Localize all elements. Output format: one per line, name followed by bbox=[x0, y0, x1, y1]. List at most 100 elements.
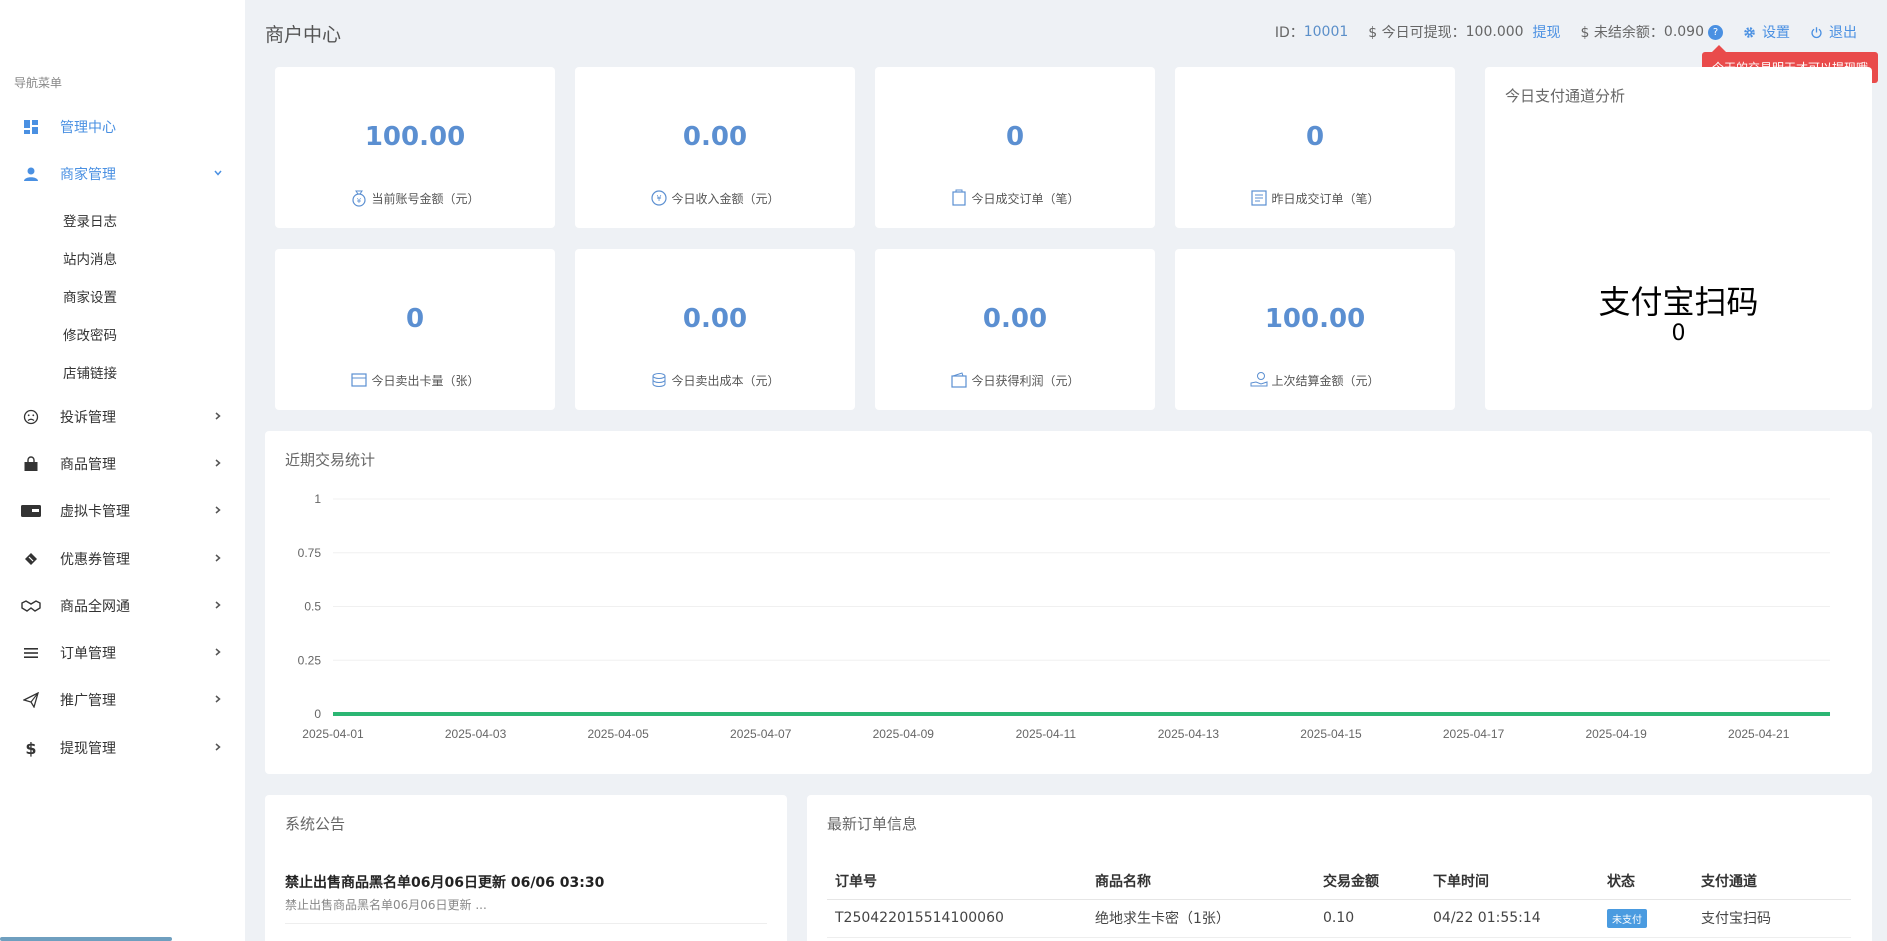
power-icon bbox=[1811, 26, 1822, 38]
stat-card-cards-sold: 0 今日卖出卡量（张） bbox=[275, 249, 555, 410]
transaction-chart-panel: 近期交易统计 0 0.25 0.5 0.75 1 2025-04-01 2025-04-03… bbox=[265, 431, 1872, 774]
order-icon bbox=[952, 189, 967, 206]
withdraw-label: $ 今日可提现： bbox=[1368, 25, 1466, 41]
sidebar-item-complaints[interactable]: 投诉管理 bbox=[0, 395, 245, 439]
sidebar-subitem-change-password[interactable]: 修改密码 bbox=[63, 324, 117, 344]
sidebar-item-label: 商品全网通 bbox=[60, 599, 130, 615]
shopping-bag-icon bbox=[21, 454, 41, 474]
sidebar-subitem-login-log[interactable]: 登录日志 bbox=[63, 210, 117, 230]
gear-icon bbox=[1744, 26, 1755, 38]
product-name: 绝地求生卡密（1张） bbox=[1087, 899, 1315, 938]
stat-card-today-orders: 0 今日成交订单（笔） bbox=[875, 67, 1155, 228]
stat-card-today-income: 0.00 ¥ 今日收入金额（元） bbox=[575, 67, 855, 228]
x-tick-label: 2025-04-05 bbox=[587, 727, 649, 741]
handshake-icon bbox=[21, 596, 41, 616]
stat-value: 0.00 bbox=[682, 122, 748, 152]
stat-label: ¥ 当前账号金额（元） bbox=[275, 189, 555, 207]
nav-title: 导航菜单 bbox=[14, 76, 63, 90]
sidebar-item-label: 提现管理 bbox=[60, 741, 116, 757]
stat-value: 0 bbox=[405, 304, 425, 334]
unsettled-value: 0.090 bbox=[1663, 24, 1704, 40]
sidebar-item-label: 虚拟卡管理 bbox=[60, 504, 130, 520]
column-header: 状态 bbox=[1599, 863, 1693, 900]
status-badge: 未支付 bbox=[1607, 908, 1647, 928]
x-tick-label: 2025-04-15 bbox=[1300, 727, 1362, 741]
stat-value: 0.00 bbox=[682, 304, 748, 334]
sidebar-item-label: 商品管理 bbox=[60, 457, 116, 473]
paper-plane-icon bbox=[21, 690, 41, 710]
unsettled-label: $ 未结余额： bbox=[1580, 25, 1664, 41]
y-tick-label: 1 bbox=[314, 492, 321, 506]
svg-text:¥: ¥ bbox=[657, 194, 662, 203]
x-tick-label: 2025-04-09 bbox=[873, 727, 935, 741]
settings-button[interactable]: 设置 bbox=[1743, 22, 1790, 42]
x-tick-label: 2025-04-17 bbox=[1443, 727, 1505, 741]
coins-icon bbox=[652, 373, 666, 387]
svg-text:¥: ¥ bbox=[357, 197, 362, 205]
pay-channel: 支付宝扫码 bbox=[1693, 899, 1851, 938]
chevron-down-icon bbox=[211, 166, 225, 180]
id-value: 10001 bbox=[1303, 24, 1349, 40]
sidebar-item-label: 推广管理 bbox=[60, 693, 116, 709]
sidebar-item-network[interactable]: 商品全网通 bbox=[0, 584, 245, 628]
income-icon: ¥ bbox=[651, 190, 668, 206]
chevron-right-icon bbox=[211, 551, 225, 565]
y-tick-label: 0.75 bbox=[298, 546, 322, 560]
ticket-icon bbox=[21, 549, 41, 569]
x-tick-label: 2025-04-03 bbox=[445, 727, 507, 741]
withdraw-value: 100.000 bbox=[1465, 24, 1524, 40]
transaction-line-chart: 0 0.25 0.5 0.75 1 2025-04-01 2025-04-03 2025-04… bbox=[298, 492, 1831, 741]
sidebar-subitem-messages[interactable]: 站内消息 bbox=[63, 248, 117, 268]
chevron-right-icon bbox=[211, 503, 225, 517]
table-row[interactable]: T250422015514100060 绝地求生卡密（1张） 0.10 04/2… bbox=[827, 899, 1851, 938]
x-tick-label: 2025-04-07 bbox=[730, 727, 792, 741]
sidebar-item-withdraw[interactable]: $ 提现管理 bbox=[0, 726, 245, 770]
column-header: 支付通道 bbox=[1693, 863, 1851, 900]
stat-value: 0.00 bbox=[982, 304, 1048, 334]
column-header: 交易金额 bbox=[1315, 863, 1425, 900]
channel-name: 支付宝扫码 bbox=[1598, 283, 1759, 321]
hand-coin-icon bbox=[1250, 372, 1268, 387]
sidebar-item-label: 订单管理 bbox=[60, 646, 116, 662]
sidebar-scrollbar[interactable] bbox=[0, 937, 172, 941]
status-cell: 未支付 bbox=[1599, 899, 1693, 938]
chevron-right-icon bbox=[211, 409, 225, 423]
stat-card-cost: 0.00 今日卖出成本（元） bbox=[575, 249, 855, 410]
announcement-title: 禁止出售商品黑名单06月06日更新 06/06 03:30 bbox=[285, 875, 605, 891]
x-tick-label: 2025-04-19 bbox=[1585, 727, 1647, 741]
sidebar-subitem-shop-link[interactable]: 店铺链接 bbox=[63, 362, 117, 382]
stat-card-yesterday-orders: 0 昨日成交订单（笔） bbox=[1175, 67, 1455, 228]
header-account-bar: ID： 10001 $ 今日可提现： 100.000 提现 $ 未结余额： 0.… bbox=[1275, 22, 1857, 42]
withdraw-link[interactable]: 提现 bbox=[1533, 22, 1561, 42]
channel-value: 0 bbox=[1671, 321, 1686, 346]
x-tick-label: 2025-04-01 bbox=[302, 727, 364, 741]
stat-label: 昨日成交订单（笔） bbox=[1175, 189, 1455, 207]
stat-value: 0 bbox=[1305, 122, 1325, 152]
list-icon bbox=[21, 643, 41, 663]
sidebar-item-virtual-cards[interactable]: 虚拟卡管理 bbox=[0, 489, 245, 533]
sidebar-item-coupons[interactable]: 优惠券管理 bbox=[0, 537, 245, 581]
sidebar-item-label: 商家管理 bbox=[60, 167, 116, 183]
sidebar-item-label: 优惠券管理 bbox=[60, 552, 130, 568]
order-time: 04/22 01:55:14 bbox=[1425, 899, 1599, 938]
stat-label: 今日成交订单（笔） bbox=[875, 189, 1155, 207]
stat-label: 今日卖出卡量（张） bbox=[275, 371, 555, 389]
chevron-right-icon bbox=[211, 645, 225, 659]
wallet-icon bbox=[951, 372, 968, 388]
stat-value: 100.00 bbox=[1264, 304, 1366, 334]
amount: 0.10 bbox=[1315, 899, 1425, 938]
x-tick-label: 2025-04-11 bbox=[1016, 727, 1077, 741]
stat-label: 今日获得利润（元） bbox=[875, 371, 1155, 389]
sidebar-item-dashboard[interactable]: 管理中心 bbox=[0, 105, 245, 149]
x-tick-label: 2025-04-13 bbox=[1158, 727, 1220, 741]
chevron-right-icon bbox=[211, 456, 225, 470]
sidebar-item-promotion[interactable]: 推广管理 bbox=[0, 678, 245, 722]
sidebar: 导航菜单 管理中心 商家管理 登录日志 站内消息 商家设置 修改密码 店铺链接 … bbox=[0, 0, 245, 941]
logout-button[interactable]: 退出 bbox=[1810, 22, 1857, 42]
announcement-item[interactable]: 禁止出售商品黑名单06月06日更新 06/06 03:30 禁止出售商品黑名单0… bbox=[285, 872, 767, 913]
sidebar-item-orders[interactable]: 订单管理 bbox=[0, 631, 245, 675]
sidebar-item-products[interactable]: 商品管理 bbox=[0, 442, 245, 486]
sidebar-subitem-merchant-settings[interactable]: 商家设置 bbox=[63, 286, 117, 306]
help-icon[interactable]: ? bbox=[1708, 24, 1723, 40]
sidebar-item-merchant[interactable]: 商家管理 bbox=[0, 152, 245, 196]
